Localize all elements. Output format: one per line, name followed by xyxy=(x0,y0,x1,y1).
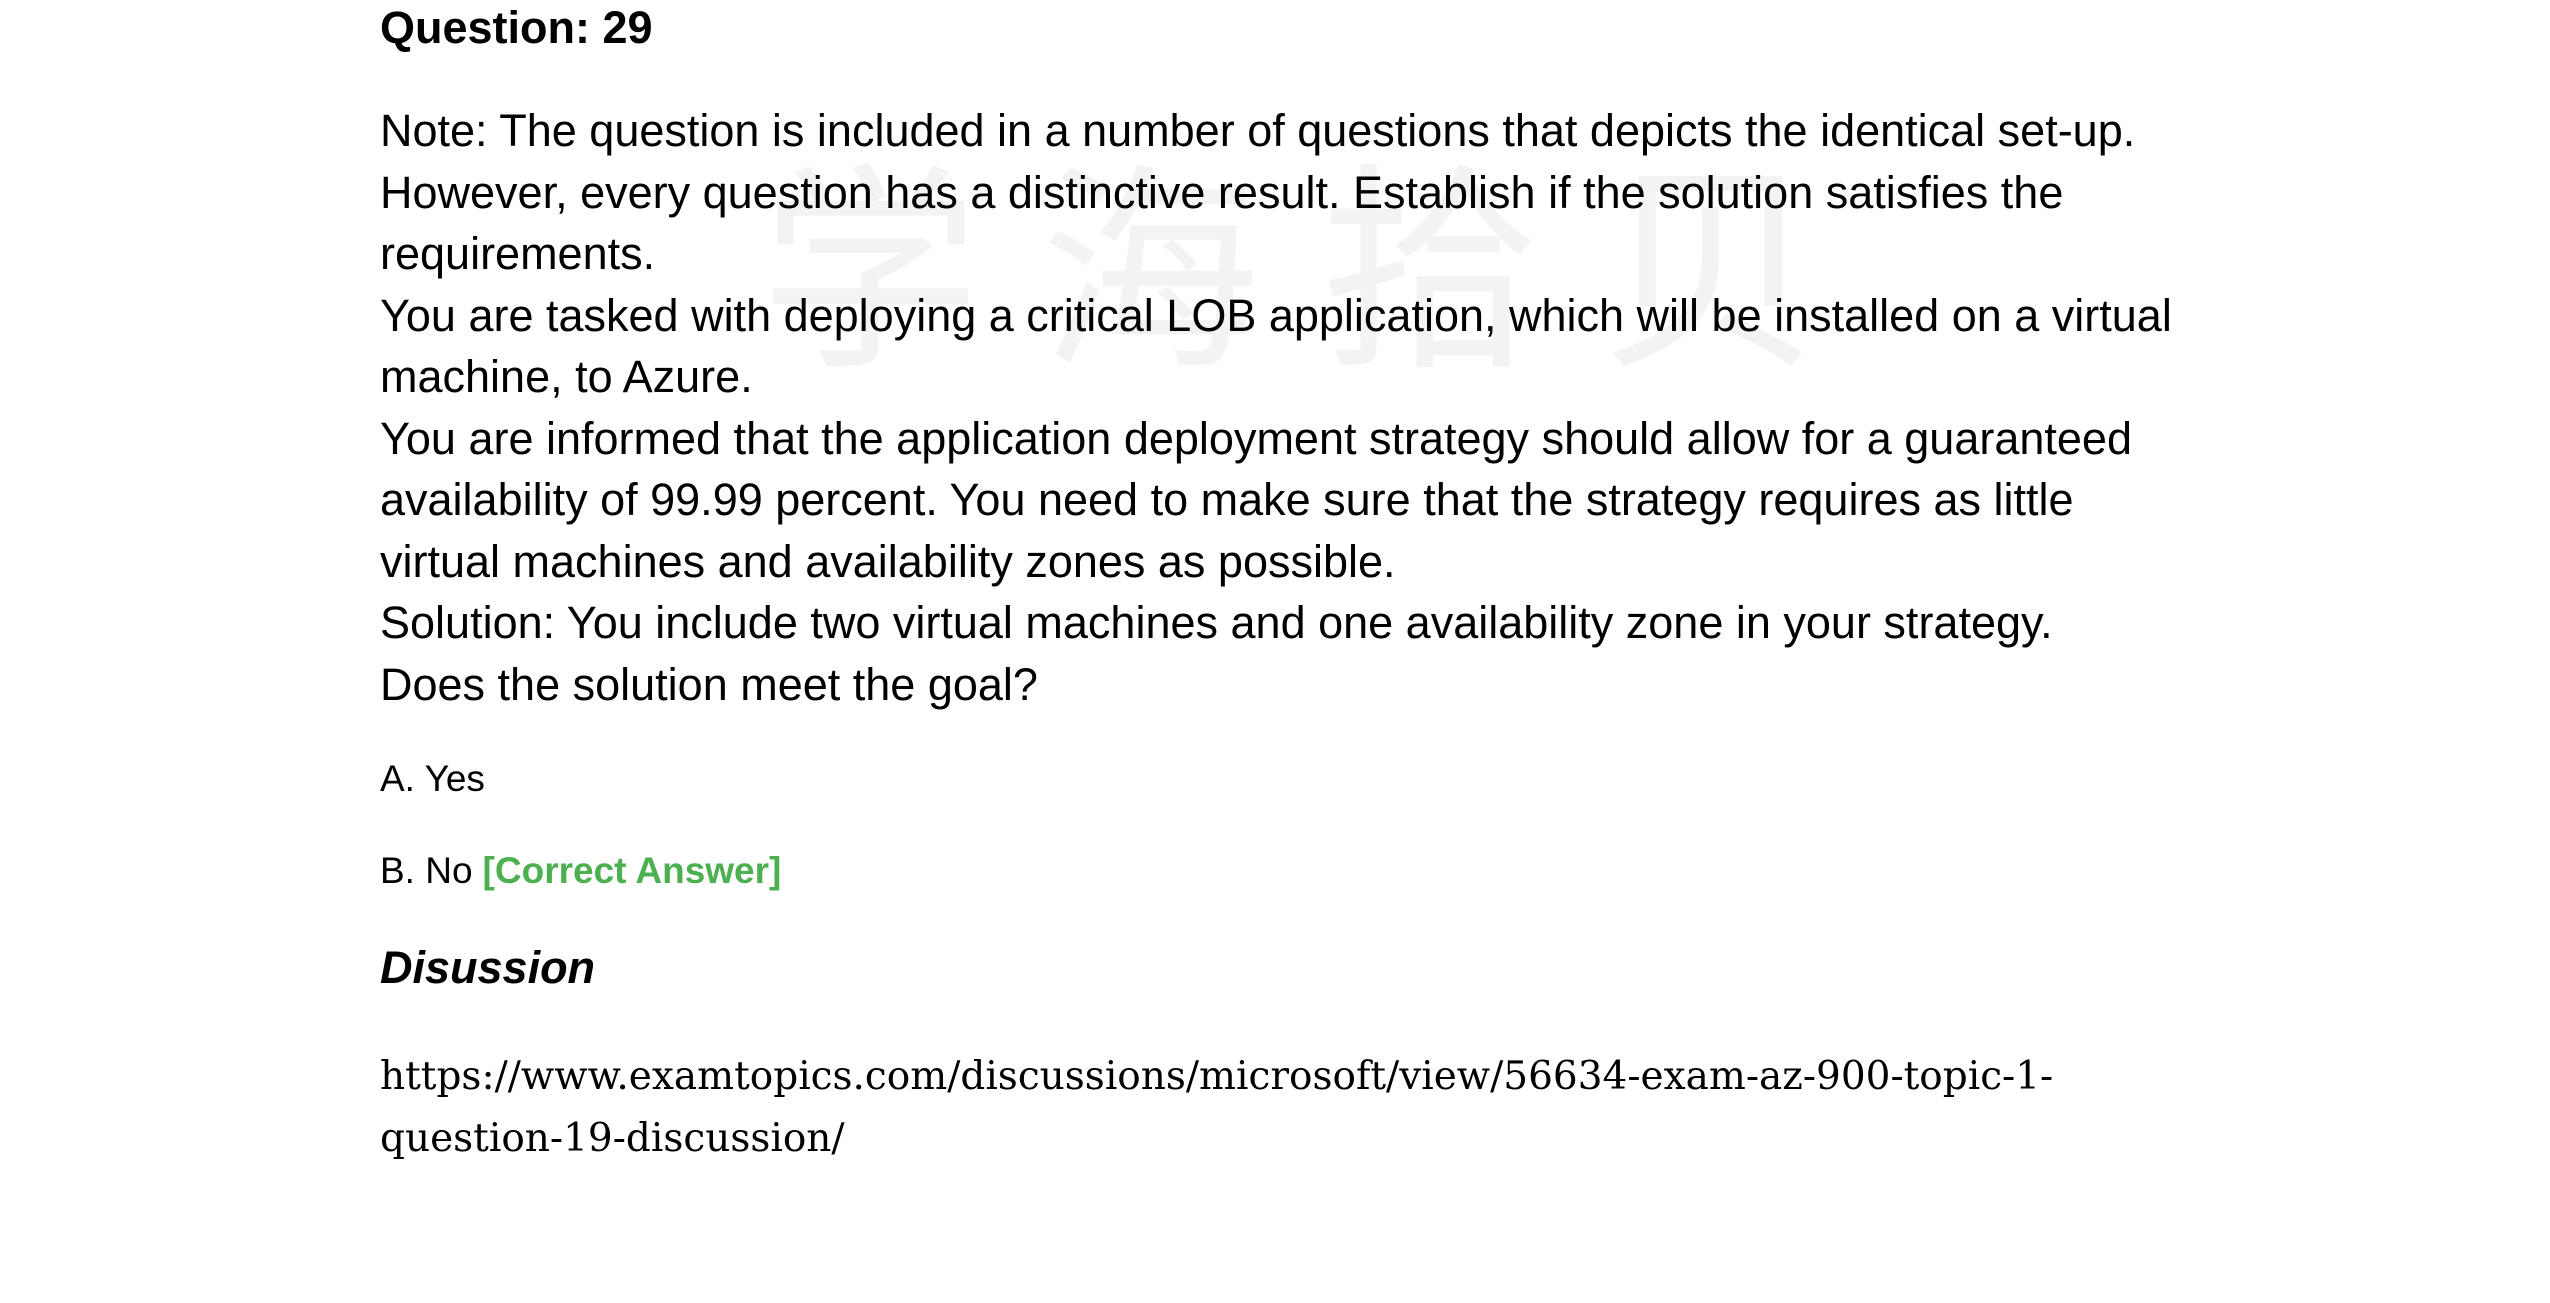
question-paragraph-note: Note: The question is included in a numb… xyxy=(380,105,2136,279)
question-title: Question: 29 xyxy=(380,2,653,53)
correct-answer-tag: [Correct Answer] xyxy=(482,850,782,891)
answer-option-b: B. No [Correct Answer] xyxy=(380,848,781,894)
answer-option-a-label: A. Yes xyxy=(380,758,485,799)
question-body: Note: The question is included in a numb… xyxy=(380,100,2200,715)
question-paragraph-requirement: You are informed that the application de… xyxy=(380,412,2132,587)
discussion-link[interactable]: https://www.examtopics.com/discussions/m… xyxy=(380,1046,2200,1169)
question-paragraph-task: You are tasked with deploying a critical… xyxy=(380,289,2172,403)
answer-option-b-label: B. No xyxy=(380,850,473,891)
question-paragraph-solution: Solution: You include two virtual machin… xyxy=(380,597,2053,648)
discussion-heading: Disussion xyxy=(380,942,596,993)
answer-option-a: A. Yes xyxy=(380,756,485,802)
question-paragraph-prompt: Does the solution meet the goal? xyxy=(380,658,1038,710)
